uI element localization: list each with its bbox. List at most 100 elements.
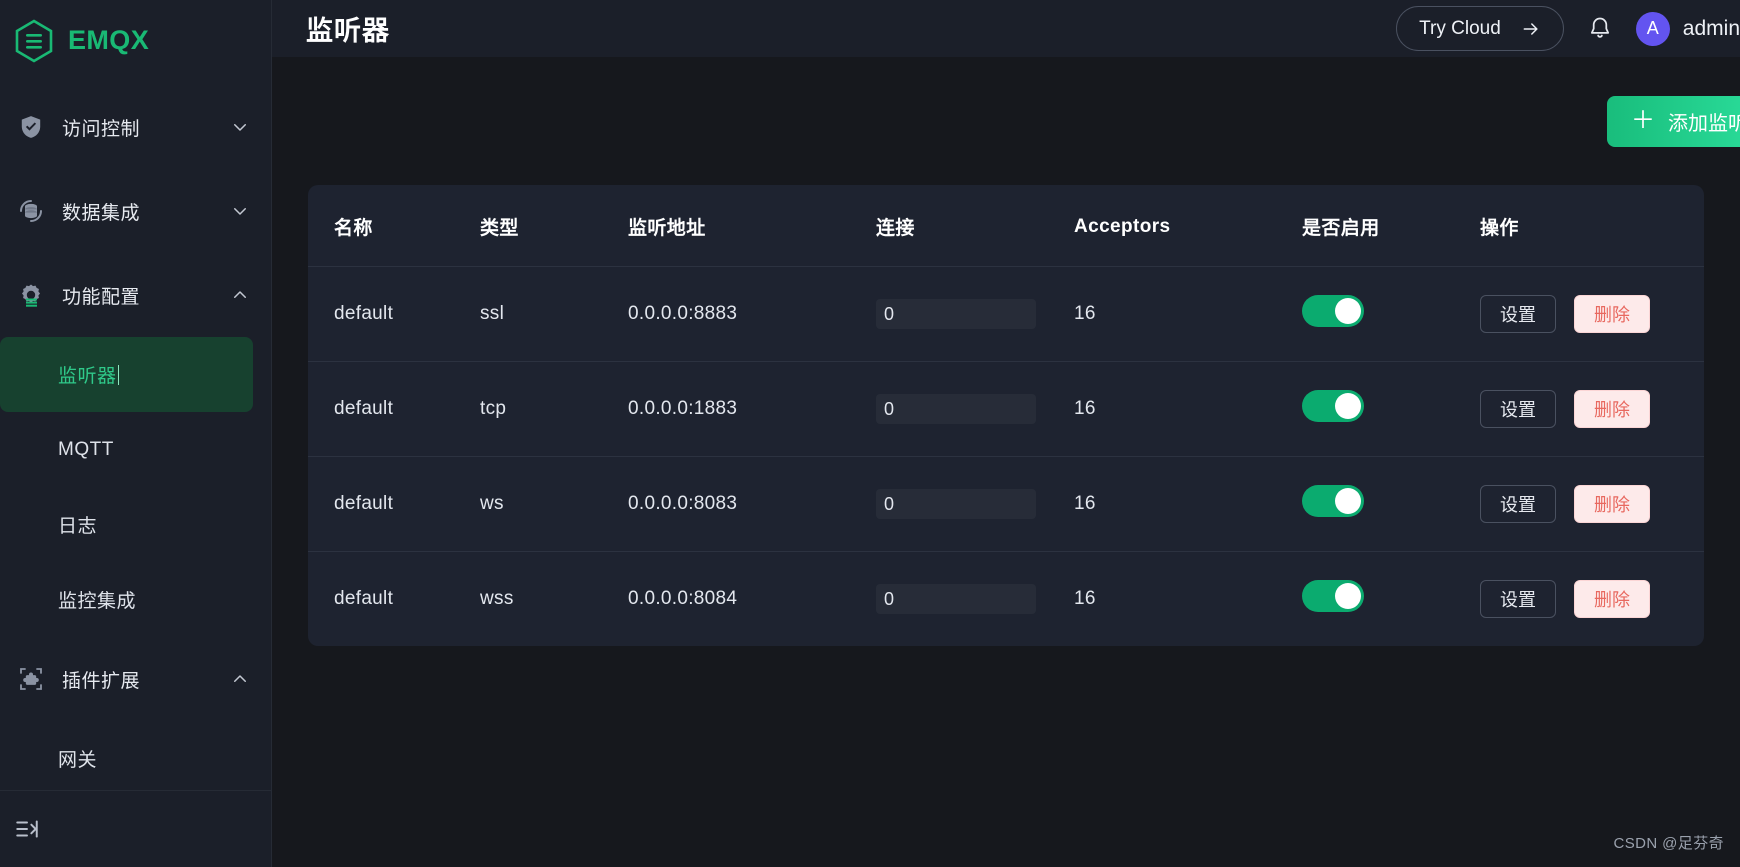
settings-button[interactable]: 设置	[1480, 390, 1556, 428]
enable-toggle[interactable]	[1302, 295, 1364, 327]
chevron-down-icon[interactable]	[231, 118, 249, 136]
cell-enabled	[1302, 361, 1480, 457]
enable-toggle[interactable]	[1302, 390, 1364, 422]
column-header-acceptors: Acceptors	[1074, 185, 1302, 267]
chevron-down-icon[interactable]	[231, 202, 249, 220]
sidebar: EMQX 访问控制 数据集成 功能配置 监听器 MQTT 日志 监控集成 插件扩…	[0, 0, 272, 867]
cell-operations: 设置 删除	[1480, 266, 1704, 362]
listeners-table: 名称 类型 监听地址 连接 Acceptors 是否启用 操作 default	[308, 185, 1704, 646]
column-header-type: 类型	[480, 185, 628, 267]
cell-type: wss	[480, 588, 514, 609]
sidebar-nav: 访问控制 数据集成 功能配置 监听器 MQTT 日志 监控集成 插件扩展 网关	[0, 81, 271, 789]
sidebar-footer	[0, 789, 271, 867]
toggle-knob	[1335, 583, 1361, 609]
sidebar-item-label: 监听器	[58, 366, 117, 388]
sidebar-group-access-control[interactable]: 访问控制	[0, 85, 271, 169]
sidebar-item-label: MQTT	[58, 438, 114, 460]
topbar-actions: Try Cloud A admin	[1396, 6, 1740, 51]
sidebar-item-gateway[interactable]: 网关	[0, 721, 253, 789]
row-actions: 设置 删除	[1480, 485, 1704, 523]
user-menu[interactable]: A admin	[1635, 11, 1740, 46]
sidebar-item-mqtt[interactable]: MQTT	[0, 412, 253, 487]
column-header-enabled: 是否启用	[1302, 185, 1480, 267]
cell-enabled	[1302, 266, 1480, 362]
main-area: 监听器 Try Cloud A admin ＋ 添加监听 名称 类型 监听地址 …	[272, 0, 1740, 867]
bell-notification-icon[interactable]	[1586, 15, 1614, 43]
database-sync-icon	[14, 194, 48, 228]
enable-toggle[interactable]	[1302, 580, 1364, 612]
chevron-up-icon[interactable]	[231, 670, 249, 688]
cell-address: 0.0.0.0:8083	[628, 456, 876, 552]
app-root: EMQX 访问控制 数据集成 功能配置 监听器 MQTT 日志 监控集成 插件扩…	[0, 0, 1740, 867]
cell-name: default	[308, 361, 480, 457]
sidebar-group-plugins[interactable]: 插件扩展	[0, 637, 271, 721]
connections-badge: 0	[876, 394, 1036, 424]
cell-connections: 0	[876, 266, 1074, 362]
sidebar-collapse-icon[interactable]	[14, 816, 40, 842]
cell-acceptors: 16	[1074, 266, 1302, 362]
sidebar-item-label: 网关	[58, 750, 98, 772]
watermark: CSDN @足芬奇	[1613, 835, 1724, 852]
topbar: 监听器 Try Cloud A admin	[272, 0, 1740, 57]
username-label: admin	[1682, 16, 1740, 40]
try-cloud-button[interactable]: Try Cloud	[1396, 6, 1564, 51]
table-row[interactable]: default wss 0.0.0.0:8084 0 16 设置 删除	[308, 552, 1704, 647]
sidebar-group-function-config[interactable]: 功能配置	[0, 253, 271, 337]
settings-button[interactable]: 设置	[1480, 485, 1556, 523]
sidebar-group-label: 数据集成	[62, 202, 141, 224]
toggle-knob	[1335, 488, 1361, 514]
chevron-up-icon[interactable]	[231, 286, 249, 304]
add-listener-button[interactable]: ＋ 添加监听器	[1607, 95, 1740, 147]
enable-toggle[interactable]	[1302, 485, 1364, 517]
row-actions: 设置 删除	[1480, 580, 1704, 618]
sidebar-item-monitoring[interactable]: 监控集成	[0, 562, 253, 637]
delete-button[interactable]: 删除	[1574, 485, 1650, 523]
settings-button[interactable]: 设置	[1480, 580, 1556, 618]
table-row[interactable]: default ws 0.0.0.0:8083 0 16 设置 删除	[308, 456, 1704, 552]
table-head: 名称 类型 监听地址 连接 Acceptors 是否启用 操作	[308, 185, 1704, 267]
brand[interactable]: EMQX	[0, 0, 271, 81]
delete-button[interactable]: 删除	[1574, 390, 1650, 428]
content-area: ＋ 添加监听器 名称 类型 监听地址 连接 Acceptors 是否启用	[272, 57, 1740, 867]
sidebar-group-label: 插件扩展	[62, 670, 141, 692]
listeners-table-card: 名称 类型 监听地址 连接 Acceptors 是否启用 操作 default	[308, 185, 1704, 646]
table-row[interactable]: default tcp 0.0.0.0:1883 0 16 设置 删除	[308, 361, 1704, 457]
cell-enabled	[1302, 552, 1480, 647]
gear-config-icon	[14, 278, 48, 312]
cell-operations: 设置 删除	[1480, 456, 1704, 552]
table-header-row: 名称 类型 监听地址 连接 Acceptors 是否启用 操作	[308, 185, 1704, 267]
column-header-connections: 连接	[876, 185, 1074, 267]
cell-operations: 设置 删除	[1480, 361, 1704, 457]
cell-acceptors: 16	[1074, 456, 1302, 552]
column-header-address: 监听地址	[628, 185, 876, 267]
sidebar-item-logs[interactable]: 日志	[0, 487, 253, 562]
cell-type: ssl	[480, 266, 628, 362]
puzzle-plugin-icon	[14, 662, 48, 696]
column-header-name: 名称	[308, 185, 480, 267]
connections-badge: 0	[876, 299, 1036, 329]
delete-button[interactable]: 删除	[1574, 580, 1650, 618]
cell-connections: 0	[876, 456, 1074, 552]
table-row[interactable]: default ssl 0.0.0.0:8883 0 16 设置 删除	[308, 266, 1704, 362]
cell-connections: 0	[876, 361, 1074, 457]
brand-name: EMQX	[68, 25, 150, 56]
delete-button[interactable]: 删除	[1574, 295, 1650, 333]
sidebar-item-listeners[interactable]: 监听器	[0, 337, 253, 413]
settings-button[interactable]: 设置	[1480, 295, 1556, 333]
text-caret	[117, 364, 119, 385]
cell-name: default	[308, 456, 480, 552]
cell-type: tcp	[480, 361, 628, 457]
cell-name: default	[308, 266, 480, 362]
sidebar-group-data-integration[interactable]: 数据集成	[0, 169, 271, 253]
cell-name: default	[334, 588, 394, 609]
cell-operations: 设置 删除	[1480, 552, 1704, 647]
toggle-knob	[1335, 393, 1361, 419]
cell-acceptors: 16	[1074, 361, 1302, 457]
cell-acceptors: 16	[1074, 588, 1096, 609]
sidebar-item-label: 监控集成	[58, 591, 137, 613]
toggle-knob	[1335, 298, 1361, 324]
row-actions: 设置 删除	[1480, 390, 1704, 428]
arrow-right-icon	[1523, 22, 1538, 35]
sidebar-item-label: 日志	[58, 516, 98, 538]
cell-address: 0.0.0.0:1883	[628, 361, 876, 457]
